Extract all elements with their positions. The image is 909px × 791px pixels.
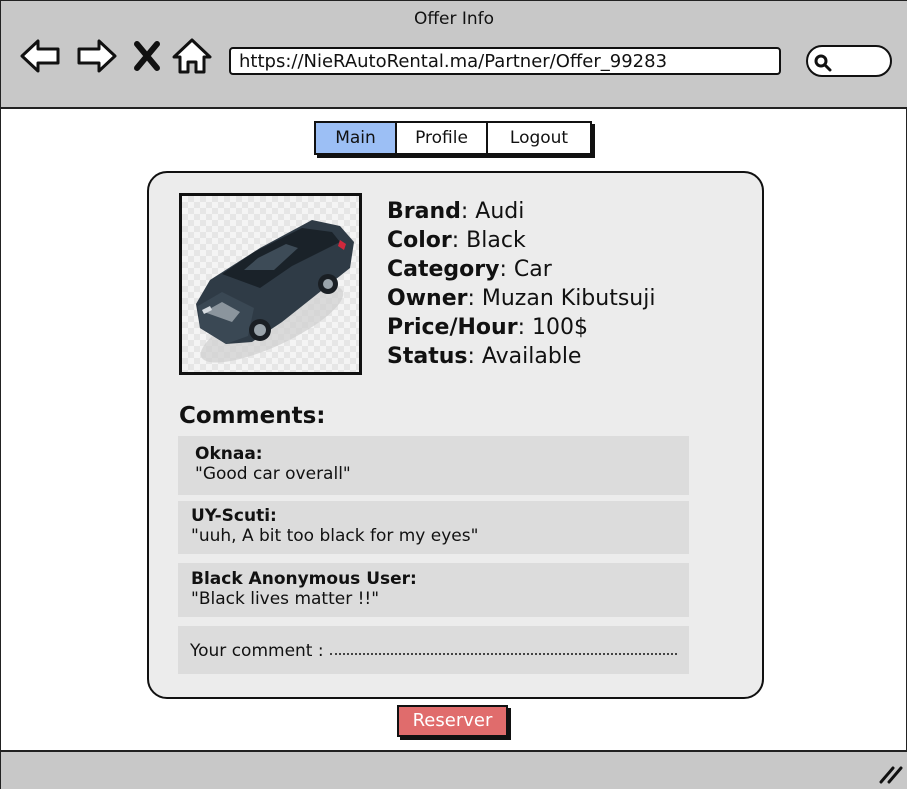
back-arrow-icon[interactable] [18,37,62,75]
detail-status: Status: Available [387,344,582,369]
comment-text: "Good car overall" [195,464,351,484]
search-icon [814,54,832,72]
resize-grip-icon[interactable] [877,764,903,784]
window-title: Offer Info [413,9,495,29]
comment-item: UY-Scuti: "uuh, A bit too black for my e… [178,501,689,554]
status-bar [1,750,907,789]
detail-category: Category: Car [387,257,552,282]
comments-heading: Comments: [179,403,326,429]
comment-author: Oknaa: [195,444,263,464]
tab-logout[interactable]: Logout [488,123,590,153]
comment-input[interactable]: Your comment : [178,626,689,674]
forward-arrow-icon[interactable] [75,37,119,75]
offer-details: Brand: Audi Color: Black Category: Car O… [387,197,655,371]
car-icon [196,220,354,363]
search-input[interactable] [806,45,892,77]
comment-input-line [329,652,677,655]
comment-item: Black Anonymous User: "Black lives matte… [178,563,689,617]
tab-main[interactable]: Main [316,123,397,153]
detail-price: Price/Hour: 100$ [387,315,588,340]
comment-input-label: Your comment : [190,641,324,661]
detail-owner: Owner: Muzan Kibutsuji [387,286,656,311]
comment-item: Oknaa: "Good car overall" [178,436,689,495]
comment-text: "uuh, A bit too black for my eyes" [191,526,479,546]
comment-author: UY-Scuti: [191,506,277,526]
browser-toolbar: Offer Info https://NieRAutoRental.ma/Par… [1,1,907,109]
detail-color: Color: Black [387,228,526,253]
comment-author: Black Anonymous User: [191,569,417,589]
car-image [179,193,362,375]
url-input[interactable]: https://NieRAutoRental.ma/Partner/Offer_… [229,47,781,75]
nav-tabs: Main Profile Logout [314,121,592,155]
close-icon[interactable] [129,37,165,75]
home-icon[interactable] [170,37,214,75]
reserve-button[interactable]: Reserver [397,705,508,737]
tab-profile[interactable]: Profile [397,123,488,153]
detail-brand: Brand: Audi [387,199,525,224]
comment-text: "Black lives matter !!" [191,589,380,609]
